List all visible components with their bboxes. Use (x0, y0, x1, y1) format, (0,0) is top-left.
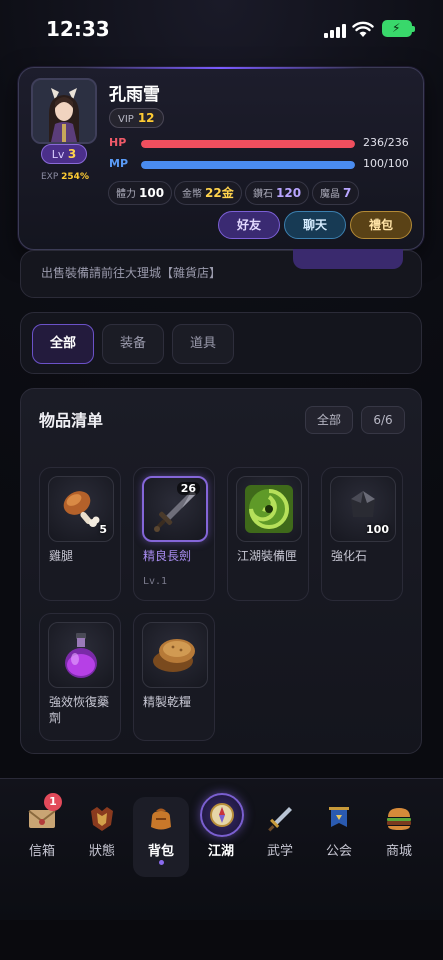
gift-button[interactable]: 禮包 (350, 211, 412, 239)
item-level: Lv.1 (143, 576, 168, 587)
nav-label: 信箱 (28, 844, 55, 859)
resource-diamond: 鑽石 120 (245, 181, 310, 205)
inventory-item-equipment-box[interactable]: 江湖裝備匣 (227, 467, 309, 601)
level-badge: Lv 3 (41, 144, 87, 164)
item-quantity: 5 (99, 523, 107, 536)
item-name: 強化石 (331, 549, 368, 563)
vip-label: VIP (118, 114, 134, 125)
home-area (0, 920, 443, 960)
inventory-item-potion[interactable]: 強效恢復藥劑 (39, 613, 121, 741)
nav-label: 商城 (385, 844, 412, 859)
nav-mail[interactable]: 1 信箱 (14, 793, 70, 877)
item-name: 精良長劍 (143, 549, 192, 563)
mp-bar (141, 161, 355, 169)
inventory-item-sword[interactable]: 26 精良長劍 Lv.1 (133, 467, 215, 601)
resource-stamina: 體力 100 (108, 181, 173, 205)
nav-jianghu[interactable]: 江湖 (193, 793, 249, 877)
tab-equipment[interactable]: 装备 (102, 324, 164, 364)
status-time: 12:33 (46, 17, 110, 41)
vip-level: 12 (137, 111, 155, 125)
wifi-icon (352, 21, 374, 37)
item-name: 強效恢復藥劑 (49, 695, 110, 725)
avatar[interactable] (31, 78, 97, 144)
stone-icon: 100 (330, 476, 396, 542)
resource-value: 120 (276, 186, 302, 200)
shop-notice-card: 出售裝備請前往大理城【雜貨店】 (20, 249, 422, 298)
sword-icon: 26 (142, 476, 208, 542)
notice-action-button[interactable] (293, 249, 403, 269)
shop-notice-text: 出售裝備請前往大理城【雜貨店】 (41, 266, 222, 280)
active-indicator (159, 860, 164, 865)
burger-icon (387, 808, 411, 830)
resource-gold: 金幣 22金 (174, 181, 242, 205)
inventory-panel: 物品清单 全部 6/6 5 雞腿 26 精良長劍 Lv.1 江湖裝備匣 100 … (20, 388, 422, 754)
nav-label: 公会 (325, 844, 352, 859)
exp-indicator: EXP 254% (41, 172, 89, 182)
nav-label: 狀態 (88, 844, 115, 859)
sword-nav-icon (268, 807, 292, 832)
compass-icon (200, 793, 244, 837)
mail-badge: 1 (44, 793, 62, 811)
inventory-count: 6/6 (361, 406, 405, 434)
exp-label: EXP (41, 172, 59, 182)
resource-label: 體力 (116, 189, 136, 200)
armor-icon (91, 807, 113, 831)
nav-store[interactable]: 商城 (371, 797, 427, 877)
chat-button[interactable]: 聊天 (284, 211, 346, 239)
tab-all[interactable]: 全部 (32, 324, 94, 364)
nav-label: 背包 (147, 844, 174, 859)
mp-value: 100/100 (363, 157, 409, 170)
item-quantity: 26 (176, 482, 200, 495)
swirl-box-icon (236, 476, 302, 542)
battery-icon: ⚡ (382, 20, 415, 37)
resource-value: 22金 (205, 186, 234, 200)
hp-value: 236/236 (363, 136, 409, 149)
resource-value: 100 (139, 186, 165, 200)
tab-items[interactable]: 道具 (172, 324, 234, 364)
vip-badge[interactable]: VIP 12 (109, 108, 164, 128)
hp-bar-fill (141, 140, 355, 148)
exp-value: 254% (61, 172, 89, 182)
item-name: 雞腿 (49, 549, 74, 563)
bread-icon (142, 622, 208, 688)
nav-martial-arts[interactable]: 武学 (252, 797, 308, 877)
bottom-nav: 1 信箱 狀態 背包 江湖 武学 公会 商城 (0, 778, 443, 920)
resource-value: 7 (343, 186, 352, 200)
resource-crystal: 魔晶 7 (312, 181, 360, 205)
item-quantity: 100 (366, 523, 389, 536)
potion-icon (48, 622, 114, 688)
hp-bar (141, 140, 355, 148)
nav-backpack[interactable]: 背包 (133, 797, 189, 877)
nav-label: 武学 (266, 844, 293, 859)
profile-card: Lv 3 EXP 254% 孔雨雪 VIP 12 HP 236/236 MP 10… (18, 67, 424, 250)
level-prefix: Lv (51, 148, 65, 161)
inventory-item-dry-rations[interactable]: 精製乾糧 (133, 613, 215, 741)
friends-button[interactable]: 好友 (218, 211, 280, 239)
resource-label: 魔晶 (320, 189, 340, 200)
banner-icon (329, 807, 349, 827)
item-name: 精製乾糧 (143, 695, 192, 709)
level-value: 3 (67, 147, 77, 161)
nav-guild[interactable]: 公会 (311, 797, 367, 877)
bag-icon (151, 808, 171, 830)
player-name: 孔雨雪 (109, 85, 160, 105)
backpack-screen: 12:33 ⚡ Lv 3 EXP 254% 孔雨雪 VIP 12 HP 236/… (0, 0, 443, 960)
mp-label: MP (109, 157, 129, 170)
item-name: 江湖裝備匣 (237, 549, 298, 563)
hp-label: HP (109, 136, 127, 149)
resource-label: 鑽石 (253, 189, 273, 200)
nav-label: 江湖 (207, 844, 234, 859)
resource-label: 金幣 (182, 189, 202, 200)
filter-tabs: 全部 装备 道具 (20, 312, 422, 374)
inventory-filter-chip[interactable]: 全部 (305, 406, 353, 434)
mp-bar-fill (141, 161, 355, 169)
inventory-item-drumstick[interactable]: 5 雞腿 (39, 467, 121, 601)
nav-status[interactable]: 狀態 (74, 797, 130, 877)
status-bar: 12:33 ⚡ (0, 0, 443, 60)
drumstick-icon: 5 (48, 476, 114, 542)
signal-icon (324, 24, 346, 38)
inventory-title: 物品清单 (39, 411, 104, 430)
inventory-item-enhance-stone[interactable]: 100 強化石 (321, 467, 403, 601)
